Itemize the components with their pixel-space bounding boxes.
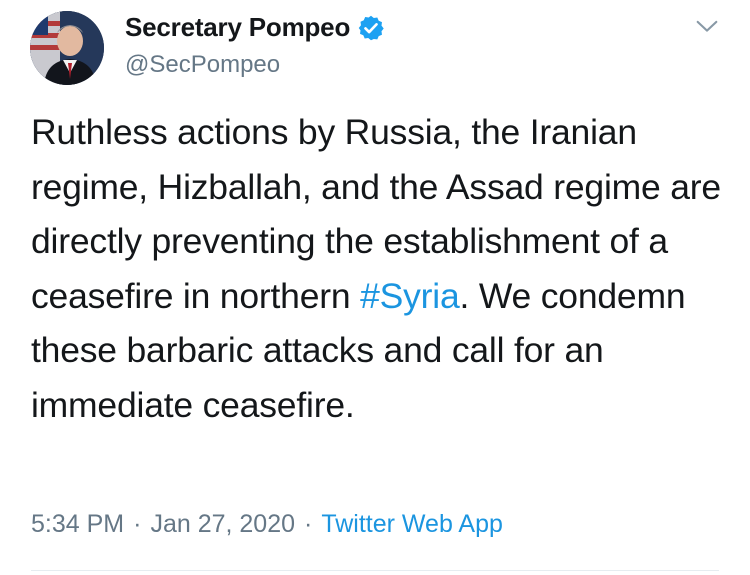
verified-badge-icon — [358, 15, 384, 40]
tweet-meta: 5:34 PM · Jan 27, 2020 · Twitter Web App — [31, 510, 503, 539]
meta-separator: · — [133, 510, 142, 538]
avatar[interactable] — [30, 11, 104, 85]
author-display-name[interactable]: Secretary Pompeo — [125, 12, 350, 43]
meta-separator: · — [304, 510, 313, 538]
avatar-portrait — [30, 11, 104, 85]
author-handle[interactable]: @SecPompeo — [125, 51, 280, 79]
chevron-down-icon[interactable] — [693, 12, 721, 40]
tweet-date[interactable]: Jan 27, 2020 — [150, 510, 295, 538]
hashtag-link[interactable]: #Syria — [360, 276, 460, 316]
divider — [31, 570, 719, 571]
tweet-source-link[interactable]: Twitter Web App — [321, 510, 503, 538]
tweet-text: Ruthless actions by Russia, the Iranian … — [31, 105, 731, 432]
tweet-time[interactable]: 5:34 PM — [31, 510, 124, 538]
